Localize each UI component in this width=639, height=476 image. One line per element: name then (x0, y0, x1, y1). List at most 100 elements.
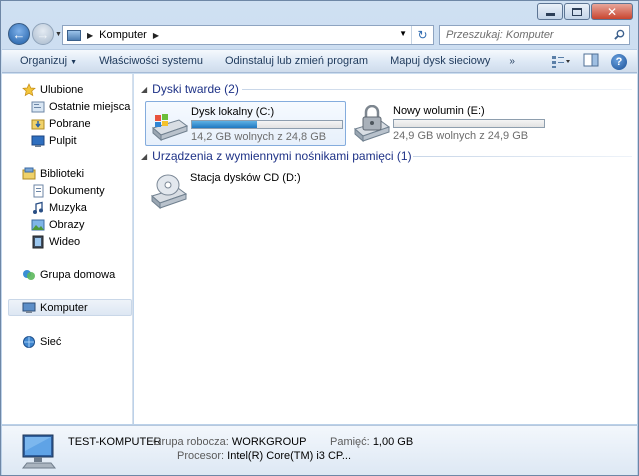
explorer-window: ✕ ← → ▼ ▶ Komputer ▶ ▼ ↻ Organizuj ▼ Wła… (0, 0, 639, 476)
group-divider (413, 156, 632, 157)
drive-item-d[interactable]: Stacja dysków CD (D:) (145, 168, 315, 213)
workgroup-label: Grupa robocza: (153, 436, 229, 448)
memory-label: Pamięć: (330, 436, 370, 448)
search-icon[interactable] (614, 29, 625, 40)
uninstall-program-button[interactable]: Odinstaluj lub zmień program (214, 50, 379, 72)
map-network-drive-button[interactable]: Mapuj dysk sieciowy (379, 50, 501, 72)
maximize-button[interactable] (564, 3, 590, 20)
nav-music[interactable]: Muzyka (2, 199, 132, 216)
maximize-icon (572, 7, 582, 16)
refresh-icon: ↻ (417, 28, 428, 42)
hard-drives-header[interactable]: ◢ Dyski twarde (2) (141, 82, 239, 96)
help-button[interactable]: ? (611, 53, 627, 70)
nav-music-label: Muzyka (49, 201, 87, 214)
nav-recent-places-label: Ostatnie miejsca (49, 100, 131, 113)
nav-computer[interactable]: Komputer (8, 299, 132, 316)
more-commands-button[interactable]: » (501, 56, 523, 67)
organize-label: Organizuj (20, 55, 68, 67)
details-pane: TEST-KOMPUTER Grupa robocza: WORKGROUP P… (2, 425, 637, 475)
nav-pictures[interactable]: Obrazy (2, 216, 132, 233)
command-bar: Organizuj ▼ Właściwości systemu Odinstal… (2, 49, 637, 73)
nav-documents-label: Dokumenty (49, 184, 105, 197)
music-icon (33, 201, 43, 214)
locked-drive-icon (353, 105, 391, 143)
network-icon (23, 335, 35, 348)
processor-label: Procesor: (177, 450, 225, 462)
computer-name: TEST-KOMPUTER (68, 436, 162, 448)
close-icon: ✕ (606, 4, 618, 19)
address-bar[interactable]: ▶ Komputer ▶ ▼ ↻ (62, 25, 434, 45)
nav-homegroup-label: Grupa domowa (40, 268, 116, 281)
system-properties-button[interactable]: Właściwości systemu (88, 50, 214, 72)
processor-info: Procesor: Intel(R) Core(TM) i3 CP... (177, 450, 351, 462)
caption-buttons: ✕ (537, 3, 633, 20)
nav-network[interactable]: Sieć (2, 333, 132, 350)
nav-libraries[interactable]: Biblioteki (2, 165, 132, 182)
removable-header-label: Urządzenia z wymiennymi nośnikami pamięc… (152, 149, 412, 163)
forward-button[interactable]: → (32, 23, 54, 45)
organize-button[interactable]: Organizuj ▼ (2, 50, 88, 72)
drive-name-label: Dysk lokalny (C:) (191, 106, 275, 118)
search-box (439, 25, 630, 45)
memory-info: Pamięć: 1,00 GB (330, 436, 413, 448)
drive-item-c[interactable]: Dysk lokalny (C:) 14,2 GB wolnych z 24,8… (145, 101, 346, 146)
drive-usage-bar (393, 119, 545, 128)
collapse-icon: ◢ (141, 84, 148, 94)
help-icon: ? (615, 55, 623, 68)
drive-free-space: 24,9 GB wolnych z 24,9 GB (393, 130, 529, 142)
group-divider (242, 89, 632, 90)
nav-homegroup[interactable]: Grupa domowa (2, 266, 132, 283)
minimize-button[interactable] (537, 3, 563, 20)
computer-icon (67, 29, 81, 41)
preview-pane-button[interactable] (583, 53, 599, 70)
refresh-button[interactable]: ↻ (411, 26, 433, 44)
computer-icon (21, 434, 57, 469)
nav-videos-label: Wideo (49, 235, 81, 248)
content-pane: ◢ Dyski twarde (2) Dysk lokalny (C:) 14,… (134, 74, 637, 424)
workgroup-value: WORKGROUP (231, 436, 307, 448)
minimize-icon (545, 13, 555, 16)
nav-pictures-label: Obrazy (49, 218, 85, 231)
memory-value: 1,00 GB (372, 436, 414, 448)
back-button[interactable]: ← (8, 23, 30, 45)
arrow-right-icon: → (36, 26, 50, 42)
hard-drives-header-label: Dyski twarde (2) (152, 82, 239, 96)
nav-favorites-label: Ulubione (40, 83, 84, 96)
nav-documents[interactable]: Dokumenty (2, 182, 132, 199)
navigation-pane: Ulubione Ostatnie miejsca Pobrane Pulpit… (2, 74, 133, 424)
preview-pane-icon (583, 53, 599, 67)
breadcrumb-computer[interactable]: Komputer (99, 29, 147, 41)
processor-value: Intel(R) Core(TM) i3 CP... (227, 450, 352, 462)
nav-recent-places[interactable]: Ostatnie miejsca (2, 98, 132, 115)
removable-header[interactable]: ◢ Urządzenia z wymiennymi nośnikami pami… (141, 149, 412, 163)
arrow-left-icon: ← (12, 26, 26, 42)
nav-desktop-label: Pulpit (49, 134, 77, 147)
close-button[interactable]: ✕ (591, 3, 633, 20)
drive-item-e[interactable]: Nowy wolumin (E:) 24,9 GB wolnych z 24,9… (348, 101, 558, 146)
computer-icon (22, 302, 36, 313)
nav-desktop[interactable]: Pulpit (2, 132, 132, 149)
breadcrumb-separator-icon[interactable]: ▶ (153, 31, 159, 40)
cd-drive-icon (150, 174, 188, 210)
nav-favorites[interactable]: Ulubione (2, 81, 132, 98)
star-icon (22, 82, 36, 96)
toolbar-right: ? (551, 53, 627, 70)
nav-downloads[interactable]: Pobrane (2, 115, 132, 132)
drive-usage-fill (192, 121, 257, 128)
nav-downloads-label: Pobrane (49, 117, 91, 130)
workgroup-info: Grupa robocza: WORKGROUP (153, 436, 306, 448)
address-dropdown-icon[interactable]: ▼ (399, 29, 407, 38)
desktop-icon (31, 135, 45, 147)
drive-name-label: Nowy wolumin (E:) (393, 105, 485, 117)
recent-pages-dropdown[interactable]: ▼ (55, 31, 62, 38)
drive-usage-bar (191, 120, 343, 129)
change-view-button[interactable] (551, 54, 571, 70)
nav-computer-label: Komputer (40, 301, 88, 314)
downloads-folder-icon (31, 119, 45, 129)
nav-videos[interactable]: Wideo (2, 233, 132, 250)
search-input[interactable] (440, 29, 605, 41)
drive-name-label: Stacja dysków CD (D:) (190, 172, 301, 184)
breadcrumb-separator-icon[interactable]: ▶ (87, 31, 93, 40)
nav-libraries-label: Biblioteki (40, 167, 85, 180)
drive-free-space: 14,2 GB wolnych z 24,8 GB (191, 131, 327, 143)
